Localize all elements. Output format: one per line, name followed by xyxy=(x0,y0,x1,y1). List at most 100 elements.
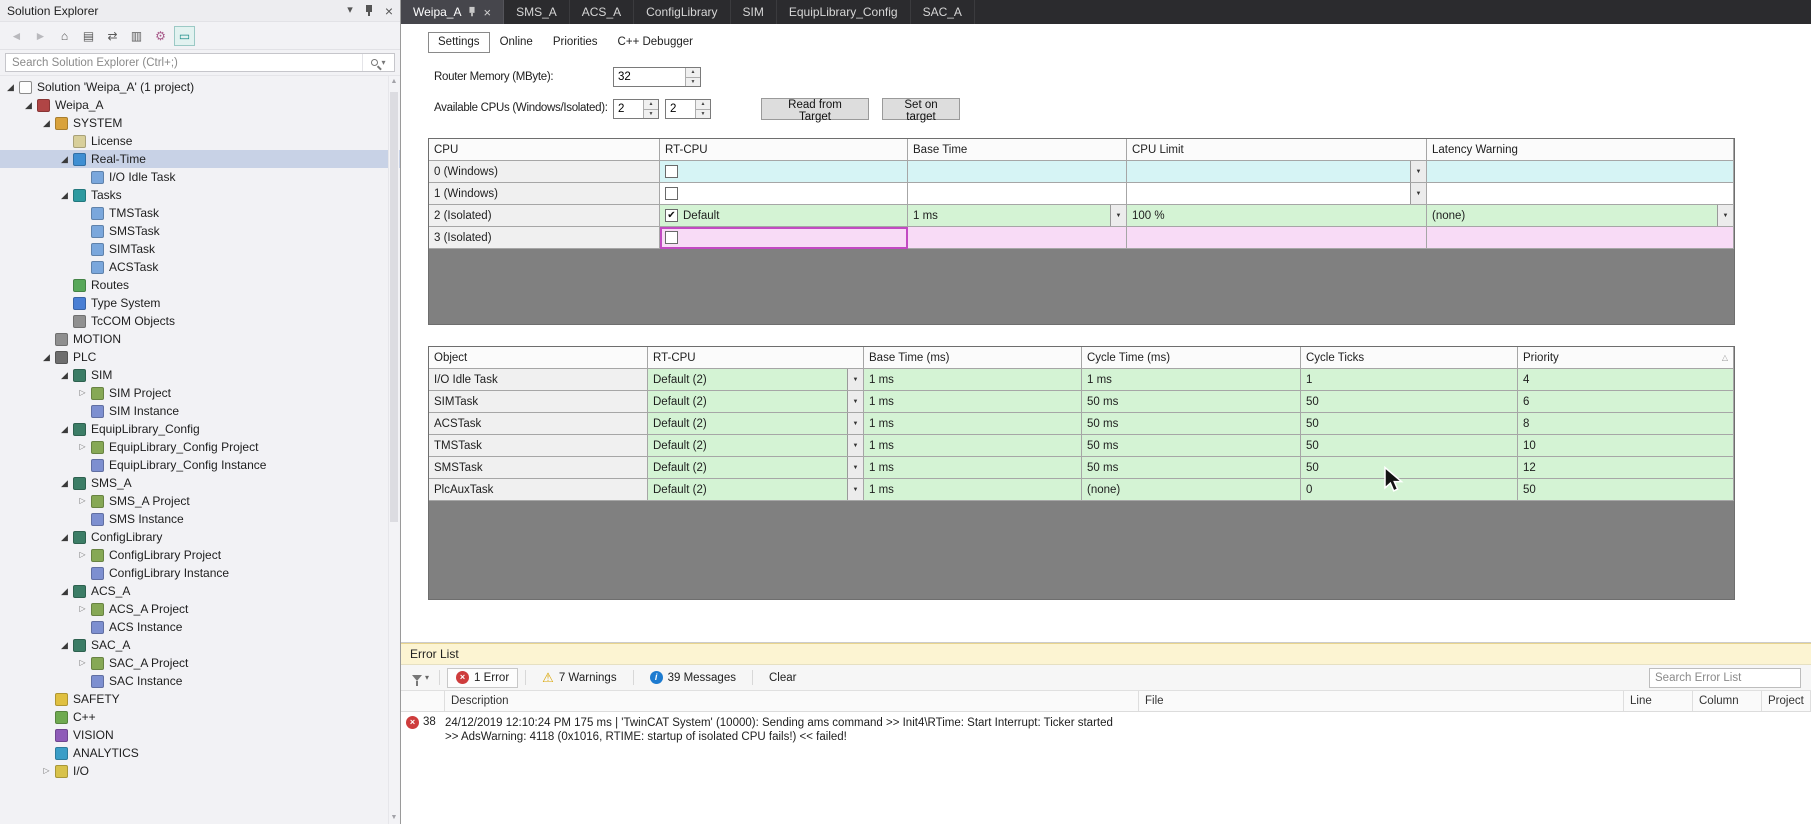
task-rt-cpu-cell[interactable]: Default (2) ▼ xyxy=(648,479,864,501)
task-cycle-time-cell[interactable]: 50 ms xyxy=(1082,413,1301,435)
error-search-input[interactable] xyxy=(1650,671,1800,684)
task-cycle-time-cell[interactable]: 50 ms xyxy=(1082,435,1301,457)
rt-cpu-checkbox[interactable] xyxy=(665,187,678,200)
tree-item-equiplibrary-config[interactable]: ◢ EquipLibrary_Config xyxy=(0,420,400,438)
chevron-down-icon[interactable]: ▾ xyxy=(347,5,353,16)
show-all-files-icon[interactable]: ▥ xyxy=(126,26,147,46)
task-cycle-ticks-cell[interactable]: 0 xyxy=(1301,479,1518,501)
tree-item-sms-instance[interactable]: SMS Instance xyxy=(0,510,400,528)
scroll-down-icon[interactable]: ▼ xyxy=(389,812,399,824)
spin-down-icon[interactable]: ▼ xyxy=(696,109,710,118)
tree-item-simtask[interactable]: SIMTask xyxy=(0,240,400,258)
tree-item-safety[interactable]: SAFETY xyxy=(0,690,400,708)
task-cycle-ticks-cell[interactable]: 50 xyxy=(1301,435,1518,457)
collapsed-arrow-icon[interactable]: ▷ xyxy=(76,492,89,510)
clear-button[interactable]: Clear xyxy=(760,668,805,688)
back-icon[interactable]: ◄ xyxy=(6,26,27,46)
filter-button[interactable]: ▾ xyxy=(409,673,432,686)
tree-item-configlibrary[interactable]: ◢ ConfigLibrary xyxy=(0,528,400,546)
router-memory-spinbox[interactable]: ▲▼ xyxy=(613,67,701,87)
rt-cpu-cell[interactable] xyxy=(660,227,908,249)
dropdown-arrow-icon[interactable]: ▼ xyxy=(847,479,863,500)
expanded-arrow-icon[interactable]: ◢ xyxy=(58,474,71,492)
rt-cpu-cell[interactable] xyxy=(660,161,908,183)
task-priority-cell[interactable]: 4 xyxy=(1518,369,1734,391)
error-col-column[interactable]: Column xyxy=(1693,691,1762,711)
tree-item-tccom-objects[interactable]: TcCOM Objects xyxy=(0,312,400,330)
rt-cpu-checkbox[interactable] xyxy=(665,231,678,244)
tree-item-tasks[interactable]: ◢ Tasks xyxy=(0,186,400,204)
spin-down-icon[interactable]: ▼ xyxy=(644,109,658,118)
tree-item-real-time[interactable]: ◢ Real-Time xyxy=(0,150,400,168)
task-priority-cell[interactable]: 10 xyxy=(1518,435,1734,457)
tree-item-configlibrary-instance[interactable]: ConfigLibrary Instance xyxy=(0,564,400,582)
tree-item-sms-a-project[interactable]: ▷ SMS_A Project xyxy=(0,492,400,510)
error-col-file[interactable]: File xyxy=(1139,691,1624,711)
collapsed-arrow-icon[interactable]: ▷ xyxy=(76,600,89,618)
router-memory-field[interactable] xyxy=(614,68,685,86)
tab-c-debugger[interactable]: C++ Debugger xyxy=(608,32,703,53)
expanded-arrow-icon[interactable]: ◢ xyxy=(58,528,71,546)
search-input[interactable] xyxy=(6,54,362,71)
spin-up-icon[interactable]: ▲ xyxy=(644,100,658,110)
task-priority-cell[interactable]: 50 xyxy=(1518,479,1734,501)
base-time-cell[interactable] xyxy=(908,183,1127,205)
tree-item-acstask[interactable]: ACSTask xyxy=(0,258,400,276)
tree-item-type-system[interactable]: Type System xyxy=(0,294,400,312)
task-base-time-cell[interactable]: 1 ms xyxy=(864,457,1082,479)
task-rt-cpu-cell[interactable]: Default (2) ▼ xyxy=(648,413,864,435)
rt-cpu-checkbox[interactable]: ✔ xyxy=(665,209,678,222)
spin-down-icon[interactable]: ▼ xyxy=(686,77,700,86)
task-priority-cell[interactable]: 8 xyxy=(1518,413,1734,435)
expanded-arrow-icon[interactable]: ◢ xyxy=(40,348,53,366)
expanded-arrow-icon[interactable]: ◢ xyxy=(58,366,71,384)
dropdown-arrow-icon[interactable]: ▼ xyxy=(847,369,863,390)
tree-scrollbar[interactable]: ▲ ▼ xyxy=(388,76,399,824)
task-priority-cell[interactable]: 6 xyxy=(1518,391,1734,413)
tree-item-solution-weipa-a-1-project[interactable]: ◢ Solution 'Weipa_A' (1 project) xyxy=(0,78,400,96)
tree-item-plc[interactable]: ◢ PLC xyxy=(0,348,400,366)
error-row[interactable]: × 38 24/12/2019 12:10:24 PM 175 ms | 'Twin… xyxy=(401,712,1811,744)
tree-item-analytics[interactable]: ANALYTICS xyxy=(0,744,400,762)
tree-item-acs-a-project[interactable]: ▷ ACS_A Project xyxy=(0,600,400,618)
spinner-arrows[interactable]: ▲ ▼ xyxy=(685,68,700,86)
search-magnifier-button[interactable]: ▾ xyxy=(362,54,394,71)
task-cycle-ticks-cell[interactable]: 1 xyxy=(1301,369,1518,391)
task-cycle-ticks-cell[interactable]: 50 xyxy=(1301,413,1518,435)
tree-item-i-o[interactable]: ▷ I/O xyxy=(0,762,400,780)
spin-up-icon[interactable]: ▲ xyxy=(696,100,710,110)
spinner-arrows[interactable]: ▲ ▼ xyxy=(643,100,658,118)
document-tab-configlibrary[interactable]: ConfigLibrary xyxy=(634,0,731,24)
tree-item-motion[interactable]: MOTION xyxy=(0,330,400,348)
task-cycle-time-cell[interactable]: 50 ms xyxy=(1082,391,1301,413)
cpus-isolated-spinbox[interactable]: ▲▼ xyxy=(665,99,711,119)
sync-with-active-document-icon[interactable]: ⇄ xyxy=(102,26,123,46)
tree-item-smstask[interactable]: SMSTask xyxy=(0,222,400,240)
cpus-isolated-field[interactable] xyxy=(666,100,695,118)
tree-item-i-o-idle-task[interactable]: I/O Idle Task xyxy=(0,168,400,186)
task-base-time-cell[interactable]: 1 ms xyxy=(864,479,1082,501)
dropdown-arrow-icon[interactable]: ▼ xyxy=(1717,205,1733,226)
cpu-limit-cell[interactable] xyxy=(1127,227,1427,249)
error-col-project[interactable]: Project xyxy=(1762,691,1811,711)
task-cycle-ticks-cell[interactable]: 50 xyxy=(1301,391,1518,413)
tab-priorities[interactable]: Priorities xyxy=(543,32,608,53)
collapsed-arrow-icon[interactable]: ▷ xyxy=(76,438,89,456)
tree-item-configlibrary-project[interactable]: ▷ ConfigLibrary Project xyxy=(0,546,400,564)
properties-icon[interactable]: ⚙ xyxy=(150,26,171,46)
task-base-time-cell[interactable]: 1 ms xyxy=(864,369,1082,391)
collapsed-arrow-icon[interactable]: ▷ xyxy=(76,654,89,672)
forward-icon[interactable]: ► xyxy=(30,26,51,46)
rt-cpu-cell[interactable] xyxy=(660,183,908,205)
scrollbar-thumb[interactable] xyxy=(390,92,398,522)
task-cycle-time-cell[interactable]: 50 ms xyxy=(1082,457,1301,479)
dropdown-arrow-icon[interactable]: ▼ xyxy=(1410,183,1426,204)
base-time-cell[interactable]: 1 ms ▼ xyxy=(908,205,1127,227)
collapse-all-icon[interactable]: ▤ xyxy=(78,26,99,46)
tree-item-sac-instance[interactable]: SAC Instance xyxy=(0,672,400,690)
latency-warning-cell[interactable]: (none) ▼ xyxy=(1427,205,1734,227)
preview-selected-items-icon[interactable]: ▭ xyxy=(174,25,195,46)
pin-icon[interactable] xyxy=(468,6,477,17)
spinner-arrows[interactable]: ▲ ▼ xyxy=(695,100,710,118)
tree-item-sim-project[interactable]: ▷ SIM Project xyxy=(0,384,400,402)
